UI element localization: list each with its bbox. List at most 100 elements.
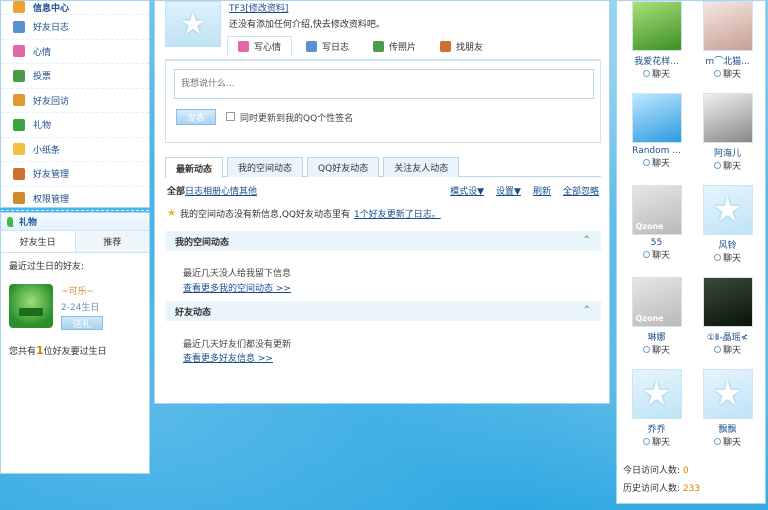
compose-tab-2[interactable]: 传照片 xyxy=(363,36,426,56)
chat-button[interactable]: 聊天 xyxy=(642,435,670,448)
nav-item-label: 投票 xyxy=(33,72,52,83)
chat-button[interactable]: 聊天 xyxy=(642,248,670,261)
friend-avatar[interactable] xyxy=(9,284,53,328)
nav-item-label: 好友回访 xyxy=(33,96,70,107)
my-profile-name[interactable]: TF3[修改资料] xyxy=(229,1,288,14)
filter-all[interactable]: 全部 xyxy=(167,184,185,197)
filter-settings-dropdown[interactable]: 设置▼ xyxy=(496,184,521,197)
birthday-friend-row: ~可乐~ 2-24生日 送礼 xyxy=(1,278,149,336)
filter-categories[interactable]: 日志相册心情其他 xyxy=(185,184,257,197)
chat-button[interactable]: 聊天 xyxy=(713,251,741,264)
birthday-tabs: 好友生日 推荐 xyxy=(1,231,149,253)
sync-signature-checkbox[interactable] xyxy=(226,112,235,121)
send-gift-button[interactable]: 送礼 xyxy=(61,316,103,330)
chat-icon xyxy=(713,346,721,353)
find-friend-icon xyxy=(440,40,452,52)
friend-name[interactable]: 风铃 xyxy=(695,238,761,251)
friend-name[interactable]: 我爱花样... xyxy=(624,54,690,67)
info-center-label: 信息中心 xyxy=(33,4,70,14)
birthday-friend-name[interactable]: ~可乐~ xyxy=(61,284,103,297)
feed-tab-2[interactable]: QQ好友动态 xyxy=(307,157,380,177)
tab-recommend[interactable]: 推荐 xyxy=(75,231,149,252)
refresh-link[interactable]: 刷新 xyxy=(533,184,551,197)
friend-name[interactable]: ①Ⅱ-晶瑶≮ xyxy=(695,330,761,343)
birthday-count: 您共有1位好友要过生日 xyxy=(1,336,149,365)
filter-right-group: 模式设▼ 设置▼ 刷新 全部忽略 xyxy=(450,184,599,197)
friend-name[interactable]: 55 xyxy=(624,238,690,248)
gift-panel-title: 礼物 xyxy=(1,213,149,231)
total-visits: 历史访问人数: 233 xyxy=(623,481,700,494)
tab-friend-birthday[interactable]: 好友生日 xyxy=(1,231,76,252)
my-space-feed-more-link[interactable]: 查看更多我的空间动态 >> xyxy=(183,281,291,294)
friend-avatar[interactable] xyxy=(631,93,682,143)
friend-name[interactable]: 飘飘 xyxy=(695,422,761,435)
nav-item-7[interactable]: 权限管理 xyxy=(1,187,149,211)
my-space-feed-title: 我的空间动态 xyxy=(175,237,230,248)
chat-button[interactable]: 聊天 xyxy=(713,67,741,80)
ignore-all-link[interactable]: 全部忽略 xyxy=(563,184,599,197)
left-nav-panel: 信息中心 好友日志心情投票好友回访礼物 小纸条 好友管理 权限管理 xyxy=(0,0,150,211)
compose-tab-0[interactable]: 写心情 xyxy=(227,36,293,56)
gift-icon xyxy=(13,118,25,131)
chat-label: 聊天 xyxy=(722,438,741,448)
friend-avatar[interactable]: Qzone xyxy=(631,185,682,235)
friend-avatar[interactable] xyxy=(702,1,753,51)
chat-icon xyxy=(713,438,721,445)
friend-avatar[interactable]: Qzone xyxy=(631,277,682,327)
friend-feed-more-link[interactable]: 查看更多好友信息 >> xyxy=(183,351,273,364)
chat-button[interactable]: 聊天 xyxy=(642,156,670,169)
chat-label: 聊天 xyxy=(722,346,741,356)
nav-item-6[interactable]: 好友管理 xyxy=(1,162,149,187)
collapse-chevron-icon[interactable]: ⌃ xyxy=(583,305,591,316)
nav-item-5[interactable]: 小纸条 xyxy=(1,138,149,162)
collapse-chevron-icon[interactable]: ⌃ xyxy=(583,235,591,246)
friend-name[interactable]: 阿海儿 xyxy=(695,146,761,159)
friend-avatar[interactable]: ★ xyxy=(702,369,753,419)
chat-button[interactable]: 聊天 xyxy=(642,343,670,356)
friend-avatar[interactable]: ★ xyxy=(631,369,682,419)
friend-name[interactable]: Random ... xyxy=(624,146,690,156)
feed-tab-1[interactable]: 我的空间动态 xyxy=(227,157,304,177)
publish-button[interactable]: 发表 xyxy=(176,109,216,125)
nav-item-4[interactable]: 礼物 xyxy=(1,113,149,138)
qzone-logo: Qzone xyxy=(635,314,664,323)
feed-tabs: 最新动态 我的空间动态 QQ好友动态 关注友人动态 xyxy=(165,157,601,178)
friend-card: ★ 风铃聊天 xyxy=(692,185,763,277)
notice-link[interactable]: 1个好友更新了日志。 xyxy=(354,207,441,220)
friend-card: Qzone 55 聊天 xyxy=(621,185,692,277)
friend-name[interactable]: 琳娜 xyxy=(624,330,690,343)
my-avatar[interactable]: ★ xyxy=(165,1,221,47)
chat-button[interactable]: 聊天 xyxy=(642,67,670,80)
feed-tab-3[interactable]: 关注友人动态 xyxy=(383,157,460,177)
chat-label: 聊天 xyxy=(722,254,741,264)
feed-filter-row: 全部 日志相册心情其他 模式设▼ 设置▼ 刷新 全部忽略 xyxy=(167,183,599,197)
today-visits-label: 今日访问人数: xyxy=(623,466,681,476)
filter-mode-dropdown[interactable]: 模式设▼ xyxy=(450,184,484,197)
friend-avatar[interactable] xyxy=(702,277,753,327)
friends-icon xyxy=(13,167,25,180)
friend-avatar[interactable] xyxy=(631,1,682,51)
chat-button[interactable]: 聊天 xyxy=(713,343,741,356)
mood-input[interactable] xyxy=(174,69,594,99)
nav-item-2[interactable]: 投票 xyxy=(1,64,149,89)
nav-item-1[interactable]: 心情 xyxy=(1,40,149,64)
feed-tab-0[interactable]: 最新动态 xyxy=(165,157,224,178)
friend-name[interactable]: 乔乔 xyxy=(624,422,690,435)
chat-button[interactable]: 聊天 xyxy=(713,435,741,448)
nav-item-0[interactable]: 好友日志 xyxy=(1,15,149,40)
friend-avatar[interactable] xyxy=(702,93,753,143)
birthday-friend-info: ~可乐~ 2-24生日 送礼 xyxy=(61,284,103,330)
compose-tab-3[interactable]: 找朋友 xyxy=(430,36,493,56)
compose-tab-1[interactable]: 写日志 xyxy=(296,36,359,56)
nav-item-label: 心情 xyxy=(33,47,52,58)
chat-icon xyxy=(642,438,650,445)
compose-tab-label: 传照片 xyxy=(389,42,417,53)
friend-name[interactable]: m⌒北猫... xyxy=(695,54,761,67)
chat-label: 聊天 xyxy=(651,251,670,261)
birthday-friend-date: 2-24生日 xyxy=(61,303,100,313)
chat-button[interactable]: 聊天 xyxy=(713,159,741,172)
total-visits-label: 历史访问人数: xyxy=(623,484,681,494)
info-center-title[interactable]: 信息中心 xyxy=(1,1,149,15)
friend-avatar[interactable]: ★ xyxy=(702,185,753,235)
nav-item-3[interactable]: 好友回访 xyxy=(1,89,149,113)
